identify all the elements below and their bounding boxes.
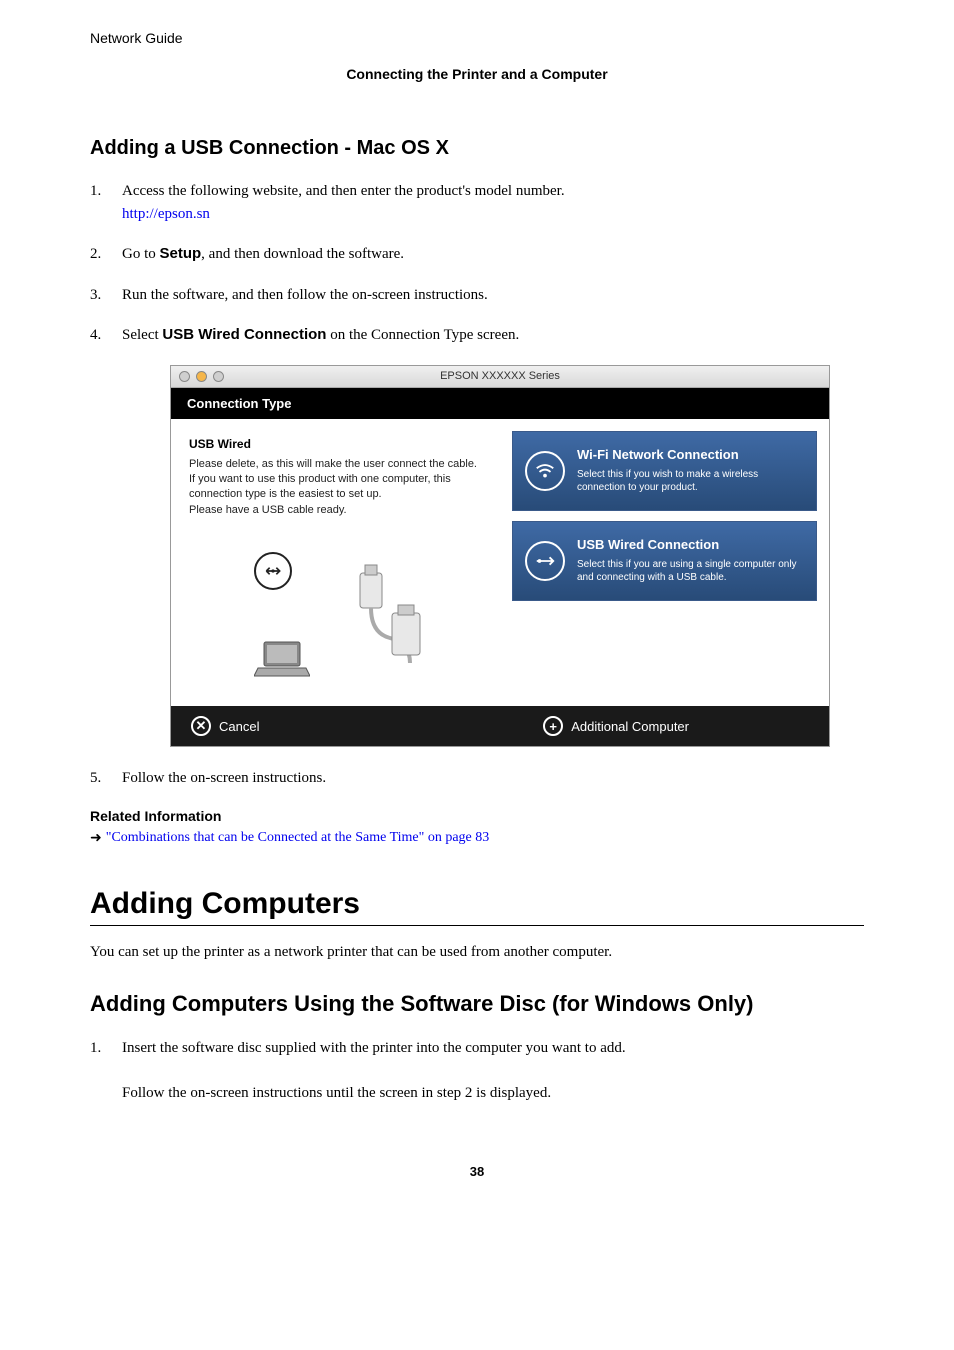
adding-computers-disc-heading: Adding Computers Using the Software Disc… [90, 991, 864, 1017]
step-5-text: Follow the on-screen instructions. [122, 770, 326, 786]
left-description-pane: USB Wired Please delete, as this will ma… [183, 431, 500, 695]
step-5: Follow the on-screen instructions. [90, 767, 864, 790]
usb-cable-icon [340, 563, 430, 673]
empty-option-slot [512, 611, 817, 691]
mac-titlebar: EPSON XXXXXX Series [171, 366, 829, 388]
usb-option-icon [525, 541, 565, 581]
step-2: Go to Setup, and then download the softw… [90, 243, 864, 266]
step-1: Access the following website, and then e… [90, 180, 864, 225]
wifi-option-title: Wi-Fi Network Connection [577, 447, 804, 462]
disc-step-1: Insert the software disc supplied with t… [90, 1037, 864, 1105]
connection-type-screenshot: EPSON XXXXXX Series Connection Type USB … [170, 365, 830, 748]
connection-type-header: Connection Type [171, 388, 829, 419]
usb-wired-title: USB Wired [189, 437, 494, 451]
additional-computer-button[interactable]: + Additional Computer [543, 716, 689, 736]
adding-computers-intro: You can set up the printer as a network … [90, 944, 864, 961]
step-1-text: Access the following website, and then e… [122, 183, 565, 199]
step-4: Select USB Wired Connection on the Conne… [90, 324, 864, 347]
step-2-pre: Go to [122, 246, 160, 262]
wifi-option-sub: Select this if you wish to make a wirele… [577, 468, 804, 494]
epson-link[interactable]: http://epson.sn [122, 206, 210, 222]
related-link[interactable]: "Combinations that can be Connected at t… [106, 830, 490, 846]
cancel-label: Cancel [219, 719, 259, 734]
usb-icon [254, 552, 292, 590]
laptop-icon [254, 640, 310, 680]
arrow-icon: ➜ [90, 830, 102, 847]
step-3-text: Run the software, and then follow the on… [122, 287, 488, 303]
page-number: 38 [90, 1164, 864, 1179]
plus-icon: + [543, 716, 563, 736]
wifi-option-card[interactable]: Wi-Fi Network Connection Select this if … [512, 431, 817, 511]
step-3: Run the software, and then follow the on… [90, 284, 864, 307]
usb-option-title: USB Wired Connection [577, 537, 804, 552]
step-2-post: , and then download the software. [201, 246, 404, 262]
window-title: EPSON XXXXXX Series [171, 370, 829, 382]
step-4-post: on the Connection Type screen. [326, 327, 519, 343]
disc-step-1-line1: Insert the software disc supplied with t… [122, 1040, 626, 1056]
disc-step-1-line2: Follow the on-screen instructions until … [122, 1085, 551, 1101]
additional-label: Additional Computer [571, 719, 689, 734]
adding-computers-heading: Adding Computers [90, 887, 864, 926]
step-2-bold: Setup [160, 245, 202, 262]
cancel-button[interactable]: ✕ Cancel [191, 716, 259, 736]
step-4-pre: Select [122, 327, 162, 343]
usb-wired-desc: Please delete, as this will make the use… [189, 457, 494, 519]
related-info-heading: Related Information [90, 808, 864, 824]
section-title-usb-mac: Adding a USB Connection - Mac OS X [90, 137, 864, 160]
usb-option-card[interactable]: USB Wired Connection Select this if you … [512, 521, 817, 601]
usb-illustration [189, 548, 494, 688]
section-header: Connecting the Printer and a Computer [90, 66, 864, 82]
usb-option-sub: Select this if you are using a single co… [577, 558, 804, 584]
step-4-bold: USB Wired Connection [162, 326, 326, 343]
guide-name: Network Guide [90, 30, 864, 46]
cancel-icon: ✕ [191, 716, 211, 736]
wifi-icon [525, 451, 565, 491]
